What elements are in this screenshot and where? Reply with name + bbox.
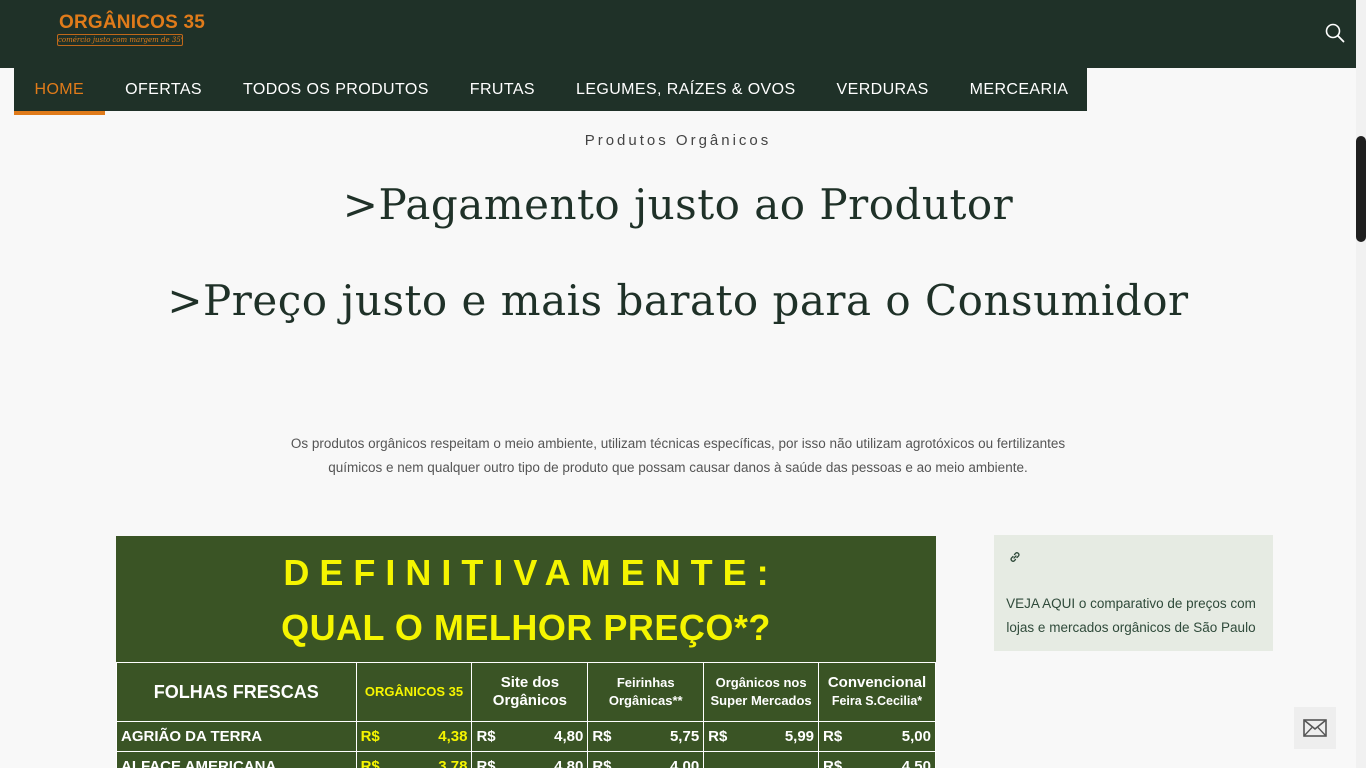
header-site-line-2: Orgânicos bbox=[492, 692, 567, 709]
price-feirinhas: R$ 4,00 bbox=[587, 751, 705, 768]
price-value: 5,00 bbox=[901, 728, 931, 745]
table-header-row: FOLHAS FRESCAS ORGÂNICOS 35 Site dos Orgâ… bbox=[116, 662, 936, 722]
price-organicos-35: R$ 3,78 bbox=[355, 751, 473, 768]
nav-item-todos-os-produtos[interactable]: TODOS OS PRODUTOS bbox=[223, 68, 450, 111]
board-title-line-1: DEFINITIVAMENTE: bbox=[283, 552, 779, 593]
price-supermercado bbox=[703, 751, 820, 768]
headline-price: >Preço justo e mais barato para o Consum… bbox=[167, 276, 1189, 325]
scrollbar-thumb[interactable] bbox=[1356, 136, 1366, 242]
price-convencional: R$ 5,00 bbox=[818, 721, 936, 752]
currency: R$ bbox=[592, 728, 612, 745]
price-value: 3,78 bbox=[438, 758, 468, 768]
nav-item-verduras[interactable]: VERDURAS bbox=[816, 68, 949, 111]
nav-item-frutas[interactable]: FRUTAS bbox=[449, 68, 555, 111]
nav-item-mercearia[interactable]: MERCEARIA bbox=[949, 68, 1089, 111]
nav-item-legumes[interactable]: LEGUMES, RAÍZES & OVOS bbox=[556, 68, 817, 111]
product-name: ALFACE AMERICANA bbox=[116, 751, 357, 768]
price-value: 4,38 bbox=[438, 728, 468, 745]
product-name: AGRIÃO DA TERRA bbox=[116, 721, 357, 752]
price-feirinhas: R$ 5,75 bbox=[587, 721, 705, 752]
headline-payment: >Pagamento justo ao Produtor bbox=[342, 180, 1014, 229]
currency: R$ bbox=[823, 758, 843, 768]
contact-mail-button[interactable] bbox=[1294, 707, 1336, 749]
header-conv-line-1: Convencional bbox=[827, 674, 927, 691]
price-value: 4,80 bbox=[554, 758, 584, 768]
header-conv-line-2: Feira S.Cecilia* bbox=[831, 694, 923, 708]
price-supermercado: R$ 5,99 bbox=[703, 721, 820, 752]
price-value: 4,80 bbox=[554, 728, 584, 745]
header-supermercados: Orgânicos nos Super Mercados bbox=[703, 662, 820, 722]
intro-paragraph: Os produtos orgânicos respeitam o meio a… bbox=[290, 436, 1066, 475]
header-super-line-2: Super Mercados bbox=[710, 693, 812, 708]
table-row: AGRIÃO DA TERRA R$ 4,38 R$ 4,80 R$ 5,75 R$ 5… bbox=[116, 721, 936, 752]
scrollbar-track[interactable] bbox=[1356, 0, 1366, 768]
price-value: 4,50 bbox=[901, 758, 931, 768]
price-site: R$ 4,80 bbox=[471, 721, 589, 752]
currency: R$ bbox=[823, 728, 843, 745]
section-eyebrow: Produtos Orgânicos bbox=[584, 132, 772, 149]
header-site-line-1: Site dos bbox=[500, 674, 560, 691]
header-folhas-frescas: FOLHAS FRESCAS bbox=[116, 662, 357, 722]
main-nav: HOME OFERTAS TODOS OS PRODUTOS FRUTAS LE… bbox=[14, 68, 1089, 115]
top-header: ORGÂNICOS 35 comércio justo com margem d… bbox=[0, 0, 1356, 68]
table-row: ALFACE AMERICANA R$ 3,78 R$ 4,80 R$ 4,00 R$… bbox=[116, 751, 936, 768]
price-site: R$ 4,80 bbox=[471, 751, 589, 768]
header-feirinhas: Feirinhas Orgânicas** bbox=[587, 662, 705, 722]
search-icon[interactable] bbox=[1324, 22, 1346, 44]
site-logo[interactable]: ORGÂNICOS 35 comércio justo com margem d… bbox=[57, 12, 205, 48]
price-value: 4,00 bbox=[669, 758, 700, 768]
nav-item-ofertas[interactable]: OFERTAS bbox=[105, 68, 223, 111]
header-organicos-35: ORGÂNICOS 35 bbox=[355, 662, 473, 722]
price-table: FOLHAS FRESCAS ORGÂNICOS 35 Site dos Orgâ… bbox=[116, 662, 936, 768]
header-super-line-1: Orgânicos nos bbox=[715, 675, 807, 690]
board-title-line-2: QUAL O MELHOR PREÇO*? bbox=[281, 607, 771, 648]
nav-item-home[interactable]: HOME bbox=[14, 68, 105, 115]
logo-text: ORGÂNICOS 35 bbox=[59, 12, 205, 33]
header-site-organicos: Site dos Orgânicos bbox=[471, 662, 589, 722]
price-convencional: R$ 4,50 bbox=[818, 751, 936, 768]
currency: R$ bbox=[360, 758, 380, 768]
logo-tagline: comércio justo com margem de 35% bbox=[57, 34, 183, 46]
header-convencional: Convencional Feira S.Cecilia* bbox=[818, 662, 936, 722]
header-feir-line-2: Orgânicas** bbox=[608, 693, 683, 708]
comparison-link-text[interactable]: VEJA AQUI o comparativo de preços com lo… bbox=[996, 592, 1266, 640]
currency: R$ bbox=[708, 728, 728, 745]
price-value: 5,99 bbox=[784, 728, 815, 745]
currency: R$ bbox=[476, 728, 496, 745]
header-feir-line-1: Feirinhas bbox=[616, 675, 675, 690]
mail-icon bbox=[1303, 719, 1327, 737]
price-organicos-35: R$ 4,38 bbox=[355, 721, 473, 752]
currency: R$ bbox=[592, 758, 612, 768]
link-icon[interactable] bbox=[1008, 550, 1022, 564]
currency: R$ bbox=[476, 758, 496, 768]
currency: R$ bbox=[360, 728, 380, 745]
price-value: 5,75 bbox=[669, 728, 700, 745]
